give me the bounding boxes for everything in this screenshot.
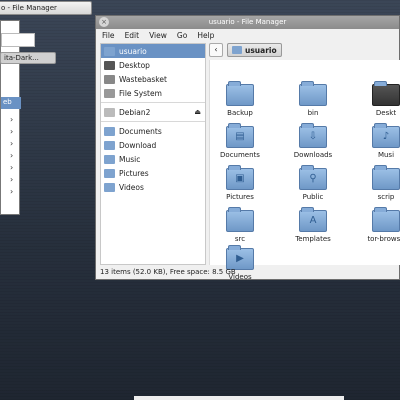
eject-icon[interactable]: ⏏ [194, 108, 201, 116]
file-item-tor-browse[interactable]: tor-browse [366, 207, 400, 243]
chevron-right-icon[interactable]: › [10, 151, 13, 160]
chevron-right-icon[interactable]: › [10, 187, 13, 196]
path-crumb-usuario[interactable]: usuario [227, 43, 282, 57]
close-icon[interactable]: × [99, 17, 109, 27]
taskbar-window-button[interactable]: o - File Manager [0, 1, 92, 15]
theme-selector[interactable]: ita-Dark... [0, 52, 56, 64]
chevron-right-icon[interactable]: › [10, 163, 13, 172]
trash-icon [104, 74, 115, 84]
file-item-templates[interactable]: A Templates [293, 207, 333, 243]
folder-icon: ▣ [226, 165, 254, 190]
side-pane: usuario Desktop Wastebasket File System Debi… [100, 43, 206, 265]
sidebar-separator [101, 121, 205, 122]
file-item-label: Pictures [226, 193, 254, 201]
chevron-right-icon[interactable]: › [10, 139, 13, 148]
taskbar-window-label: o - File Manager [1, 4, 57, 12]
menu-bar: File Edit View Go Help [96, 29, 399, 42]
sidebar-item-wastebasket[interactable]: Wastebasket [101, 72, 205, 86]
chevron-right-icon[interactable]: › [10, 115, 13, 124]
sidebar-item-pictures[interactable]: Pictures [101, 166, 205, 180]
window-titlebar[interactable]: × usuario - File Manager [96, 16, 399, 29]
file-item-src[interactable]: src [220, 207, 260, 243]
sidebar-item-download[interactable]: Download [101, 138, 205, 152]
left-menu-input[interactable] [1, 33, 35, 47]
left-menu-highlighted-item[interactable]: eb [1, 97, 21, 109]
file-manager-window: × usuario - File Manager File Edit View Go H… [95, 15, 400, 281]
menu-view[interactable]: View [149, 31, 167, 40]
folder-icon [104, 154, 115, 164]
menu-file[interactable]: File [102, 31, 115, 40]
file-item-label: scrip [377, 193, 395, 201]
file-item-scrip[interactable]: scrip [366, 165, 400, 201]
folder-icon [299, 81, 327, 106]
sidebar-item-debian2[interactable]: Debian2 ⏏ [101, 105, 205, 119]
folder-icon [104, 140, 115, 150]
file-item-videos[interactable]: ▶ Videos [220, 245, 260, 281]
status-bar: 13 items (52.0 KB), Free space: 8.5 GB [100, 268, 236, 276]
chevron-right-icon[interactable]: › [10, 127, 13, 136]
folder-icon [232, 46, 242, 54]
file-item-label: Deskt [375, 109, 397, 117]
menu-help[interactable]: Help [197, 31, 214, 40]
path-bar: ‹ usuario [209, 43, 282, 57]
folder-icon: A [299, 207, 327, 232]
sidebar-item-music[interactable]: Music [101, 152, 205, 166]
folder-icon [372, 207, 400, 232]
file-item-label: bin [307, 109, 319, 117]
sidebar-separator [101, 102, 205, 103]
home-folder-icon [104, 46, 115, 56]
menu-edit[interactable]: Edit [125, 31, 140, 40]
file-item-label: Templates [295, 235, 331, 243]
sidebar-item-desktop[interactable]: Desktop [101, 58, 205, 72]
file-item-public[interactable]: ⚲ Public [293, 165, 333, 201]
folder-icon: ▶ [226, 245, 254, 270]
menu-go[interactable]: Go [177, 31, 187, 40]
folder-icon: ⚲ [299, 165, 327, 190]
folder-icon: ▤ [226, 123, 254, 148]
back-button[interactable]: ‹ [209, 43, 223, 57]
folder-icon [104, 126, 115, 136]
folder-icon: ♪ [372, 123, 400, 148]
drive-icon [104, 88, 115, 98]
file-item-deskt[interactable]: Deskt [366, 81, 400, 117]
folder-icon [226, 207, 254, 232]
folder-icon [372, 165, 400, 190]
file-item-label: Documents [220, 151, 260, 159]
file-item-label: Downloads [293, 151, 333, 159]
sidebar-item-usuario[interactable]: usuario [101, 44, 205, 58]
sidebar-item-documents[interactable]: Documents [101, 124, 205, 138]
file-item-label: Public [302, 193, 324, 201]
sidebar-item-file-system[interactable]: File System [101, 86, 205, 100]
window-title: usuario - File Manager [208, 18, 287, 26]
file-item-musi[interactable]: ♪ Musi [366, 123, 400, 159]
file-item-documents[interactable]: ▤ Documents [220, 123, 260, 159]
sidebar-item-videos[interactable]: Videos [101, 180, 205, 194]
folder-icon [104, 182, 115, 192]
folder-icon [372, 81, 400, 106]
file-item-pictures[interactable]: ▣ Pictures [220, 165, 260, 201]
file-item-label: Backup [227, 109, 253, 117]
left-menu-window: eb › › › › › › › [0, 20, 35, 215]
folder-icon: ⇩ [299, 123, 327, 148]
folder-icon [226, 81, 254, 106]
file-item-label: tor-browse [367, 235, 400, 243]
file-item-downloads[interactable]: ⇩ Downloads [293, 123, 333, 159]
file-item-bin[interactable]: bin [293, 81, 333, 117]
bottom-panel [134, 396, 344, 400]
icon-view: Backup bin Deskt ▤ Documents ⇩ Downloads ♪ Musi ▣… [209, 60, 400, 281]
disk-icon [104, 107, 115, 117]
file-item-backup[interactable]: Backup [220, 81, 260, 117]
desktop-icon [104, 60, 115, 70]
file-item-label: src [234, 235, 246, 243]
folder-icon [104, 168, 115, 178]
file-item-label: Musi [377, 151, 395, 159]
chevron-right-icon[interactable]: › [10, 175, 13, 184]
